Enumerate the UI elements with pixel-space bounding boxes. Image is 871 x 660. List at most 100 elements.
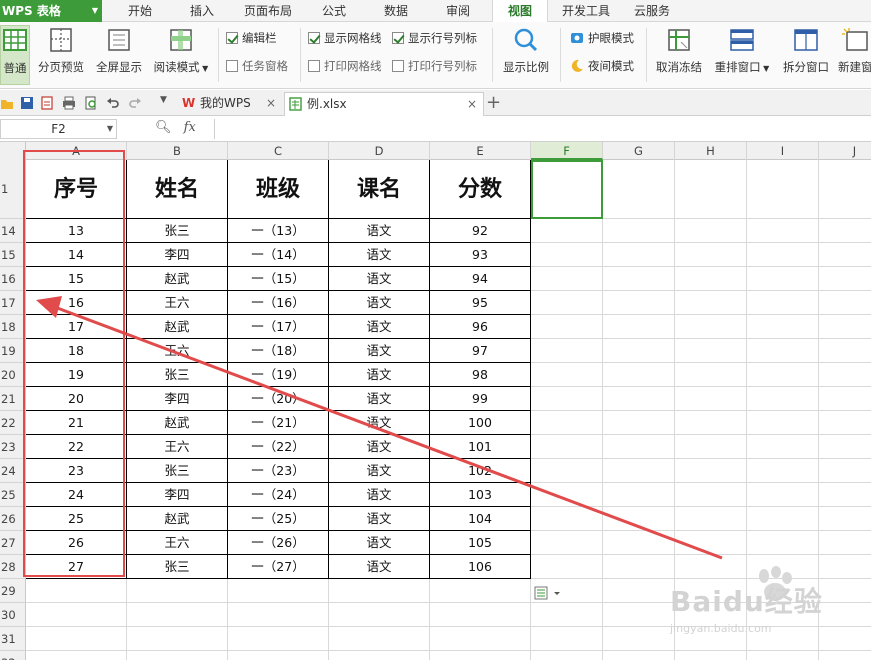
- empty-cell[interactable]: [675, 483, 747, 507]
- full-screen-button[interactable]: 全屏显示: [92, 25, 146, 85]
- table-cell[interactable]: 一（21）: [228, 411, 329, 435]
- empty-cell[interactable]: [819, 507, 871, 531]
- empty-cell[interactable]: [430, 627, 531, 651]
- table-cell[interactable]: 104: [430, 507, 531, 531]
- table-cell[interactable]: 93: [430, 243, 531, 267]
- empty-cell[interactable]: [819, 411, 871, 435]
- table-header-cell[interactable]: 课名: [329, 160, 430, 219]
- row-header[interactable]: 26: [0, 507, 26, 531]
- empty-cell[interactable]: [531, 243, 603, 267]
- table-cell[interactable]: 102: [430, 459, 531, 483]
- empty-cell[interactable]: [603, 387, 675, 411]
- empty-cell[interactable]: [531, 531, 603, 555]
- table-cell[interactable]: 语文: [329, 507, 430, 531]
- table-cell[interactable]: 一（27）: [228, 555, 329, 579]
- table-cell[interactable]: 92: [430, 219, 531, 243]
- tab-insert[interactable]: 插入: [174, 0, 230, 22]
- table-cell[interactable]: 13: [26, 219, 127, 243]
- table-cell[interactable]: 101: [430, 435, 531, 459]
- row-header[interactable]: 29: [0, 579, 26, 603]
- column-header-i[interactable]: I: [747, 142, 819, 160]
- row-header[interactable]: 25: [0, 483, 26, 507]
- zoom-button[interactable]: 显示比例: [498, 25, 554, 85]
- empty-cell[interactable]: [747, 291, 819, 315]
- table-cell[interactable]: 15: [26, 267, 127, 291]
- empty-cell[interactable]: [603, 579, 675, 603]
- empty-cell[interactable]: [603, 315, 675, 339]
- empty-cell[interactable]: [603, 627, 675, 651]
- row-header[interactable]: 20: [0, 363, 26, 387]
- empty-cell[interactable]: [819, 291, 871, 315]
- row-header[interactable]: 28: [0, 555, 26, 579]
- empty-cell[interactable]: [747, 243, 819, 267]
- empty-cell[interactable]: [531, 339, 603, 363]
- column-header-f[interactable]: F: [531, 142, 603, 160]
- show-gridlines-checkbox[interactable]: 显示网格线: [308, 30, 382, 46]
- table-cell[interactable]: 张三: [127, 219, 228, 243]
- empty-cell[interactable]: [747, 411, 819, 435]
- search-icon[interactable]: 🔍︎: [155, 120, 172, 135]
- table-cell[interactable]: 李四: [127, 483, 228, 507]
- table-cell[interactable]: 96: [430, 315, 531, 339]
- table-cell[interactable]: 25: [26, 507, 127, 531]
- table-cell[interactable]: 一（19）: [228, 363, 329, 387]
- column-header-c[interactable]: C: [228, 142, 329, 160]
- empty-cell[interactable]: [228, 651, 329, 660]
- print-headings-checkbox[interactable]: 打印行号列标: [392, 58, 477, 74]
- quick-access-dropdown-icon[interactable]: ▼: [160, 95, 167, 105]
- empty-cell[interactable]: [531, 363, 603, 387]
- table-cell[interactable]: 语文: [329, 315, 430, 339]
- empty-cell[interactable]: [819, 363, 871, 387]
- doc-tab-my-wps[interactable]: W 我的WPS ×: [178, 92, 282, 116]
- table-cell[interactable]: 一（22）: [228, 435, 329, 459]
- empty-cell[interactable]: [329, 579, 430, 603]
- empty-cell[interactable]: [675, 579, 747, 603]
- table-cell[interactable]: 98: [430, 363, 531, 387]
- empty-cell[interactable]: [603, 603, 675, 627]
- select-all-corner[interactable]: [0, 142, 26, 160]
- empty-cell[interactable]: [675, 387, 747, 411]
- empty-cell[interactable]: [675, 603, 747, 627]
- empty-cell[interactable]: [675, 339, 747, 363]
- night-mode-button[interactable]: 夜间模式: [570, 58, 634, 74]
- table-cell[interactable]: 语文: [329, 243, 430, 267]
- formula-bar-checkbox[interactable]: 编辑栏: [226, 30, 277, 46]
- table-cell[interactable]: 一（15）: [228, 267, 329, 291]
- empty-cell[interactable]: [531, 315, 603, 339]
- row-header[interactable]: 30: [0, 603, 26, 627]
- empty-cell[interactable]: [819, 339, 871, 363]
- empty-cell[interactable]: [430, 603, 531, 627]
- table-cell[interactable]: 语文: [329, 387, 430, 411]
- empty-cell[interactable]: [747, 459, 819, 483]
- empty-cell[interactable]: [430, 579, 531, 603]
- column-header-h[interactable]: H: [675, 142, 747, 160]
- empty-cell[interactable]: [675, 555, 747, 579]
- reading-mode-button[interactable]: 阅读模式 ▼: [150, 25, 212, 85]
- empty-cell[interactable]: [531, 291, 603, 315]
- arrange-windows-button[interactable]: 重排窗口 ▼: [710, 25, 774, 85]
- split-window-button[interactable]: 拆分窗口: [778, 25, 834, 85]
- empty-cell[interactable]: [819, 243, 871, 267]
- empty-cell[interactable]: [819, 387, 871, 411]
- table-cell[interactable]: 22: [26, 435, 127, 459]
- empty-cell[interactable]: [747, 315, 819, 339]
- table-cell[interactable]: 语文: [329, 483, 430, 507]
- close-icon[interactable]: ×: [467, 93, 477, 115]
- table-cell[interactable]: 27: [26, 555, 127, 579]
- column-header-b[interactable]: B: [127, 142, 228, 160]
- table-cell[interactable]: 一（26）: [228, 531, 329, 555]
- redo-icon[interactable]: [128, 96, 142, 110]
- empty-cell[interactable]: [531, 435, 603, 459]
- empty-cell[interactable]: [819, 219, 871, 243]
- table-cell[interactable]: 一（14）: [228, 243, 329, 267]
- undo-icon[interactable]: [106, 96, 120, 110]
- empty-cell[interactable]: [747, 579, 819, 603]
- doc-tab-example-xlsx[interactable]: 例.xlsx ×: [284, 92, 484, 116]
- empty-cell[interactable]: [531, 411, 603, 435]
- empty-cell[interactable]: [747, 627, 819, 651]
- tab-home[interactable]: 开始: [112, 0, 168, 22]
- empty-cell[interactable]: [531, 507, 603, 531]
- empty-cell[interactable]: [127, 627, 228, 651]
- empty-cell[interactable]: [747, 603, 819, 627]
- tab-formulas[interactable]: 公式: [306, 0, 362, 22]
